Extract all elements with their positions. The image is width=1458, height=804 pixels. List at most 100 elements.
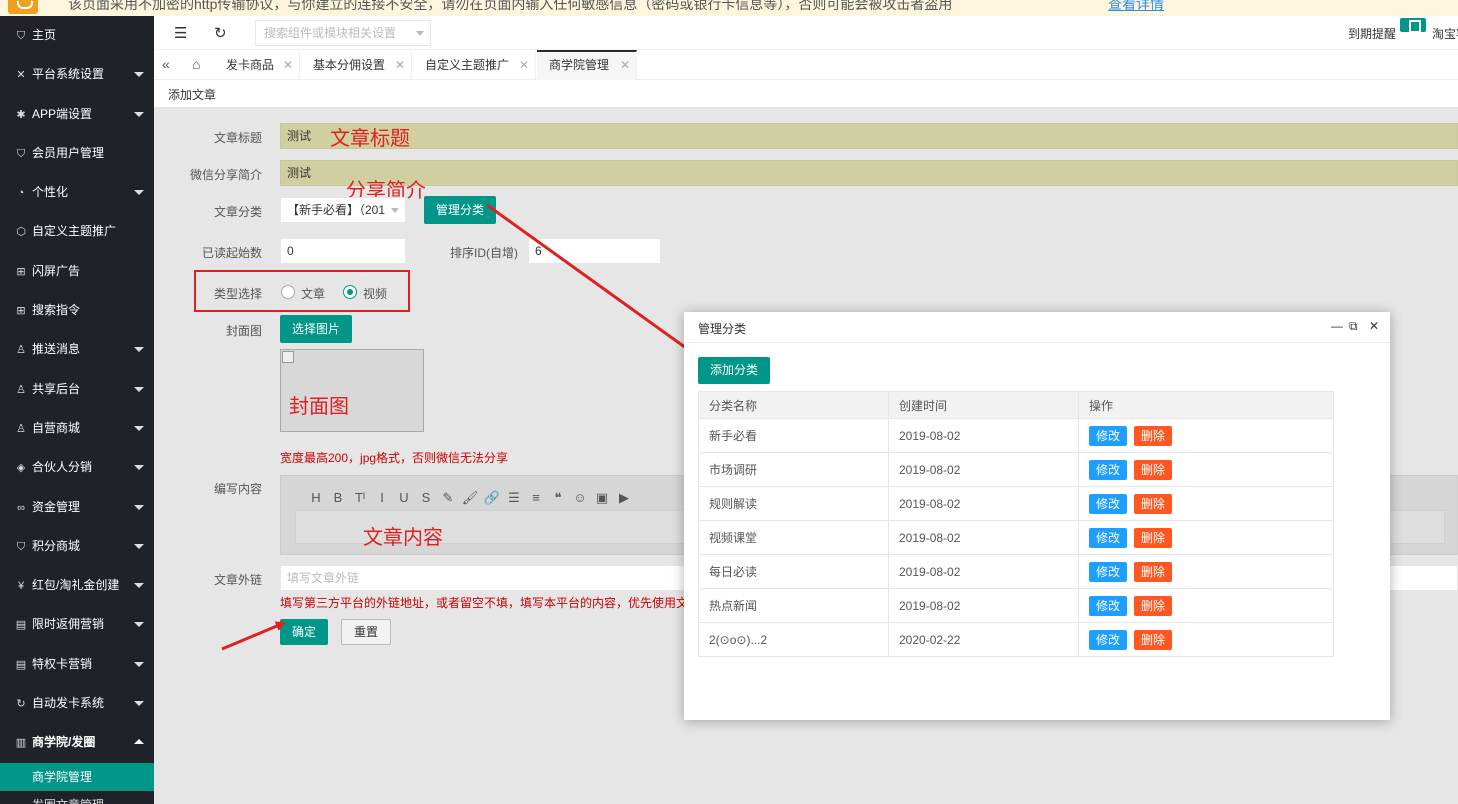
content-label: 编写内容	[214, 482, 263, 496]
sidebar-item[interactable]: ↻ 自动发卡系统	[0, 684, 154, 723]
tab-card-goods[interactable]: 发卡商品 ✕	[214, 50, 300, 80]
sidebar-item[interactable]: ▤ 特权卡营销	[0, 645, 154, 684]
sidebar-subitem[interactable]: 商学院管理	[0, 762, 154, 791]
editor-tool-icon[interactable]: ☰	[503, 490, 525, 506]
delete-button[interactable]: 删除	[1134, 425, 1173, 446]
sidebar-item[interactable]: ¥ 红包/淘礼金创建	[0, 566, 154, 605]
editor-tool-icon[interactable]: 🔗	[481, 490, 503, 506]
edit-button[interactable]: 修改	[1089, 493, 1128, 514]
editor-tool-icon[interactable]: S	[415, 490, 437, 505]
edit-button[interactable]: 修改	[1089, 629, 1128, 650]
editor-tool-icon[interactable]: 🖌	[459, 490, 481, 506]
user-icon: ♙	[16, 422, 26, 435]
delete-button[interactable]: 删除	[1134, 459, 1173, 480]
tab-label: 基本分佣设置	[313, 58, 386, 72]
minimize-icon[interactable]: —	[1331, 319, 1343, 333]
edit-button[interactable]: 修改	[1089, 527, 1128, 548]
edit-button[interactable]: 修改	[1089, 425, 1128, 446]
editor-tool-icon[interactable]: B	[327, 490, 349, 505]
sidebar-item[interactable]: ♙ 共享后台	[0, 370, 154, 409]
maximize-icon[interactable]: ⧉	[1349, 319, 1358, 334]
close-icon[interactable]: ✕	[395, 50, 405, 80]
refresh-icon[interactable]: ↻	[214, 24, 227, 42]
delete-button[interactable]: 删除	[1134, 493, 1173, 514]
title-input[interactable]: 测试	[280, 123, 1458, 149]
tab-commission-settings[interactable]: 基本分佣设置 ✕	[301, 50, 412, 80]
sidebar-item[interactable]: ⛉ 积分商城	[0, 527, 154, 566]
sidebar-item-label: 自定义主题推广	[32, 224, 117, 239]
row-actions: 修改 删除	[1078, 486, 1334, 521]
editor-tool-icon[interactable]: ✎	[437, 490, 459, 506]
expiry-reminder[interactable]: 到期提醒	[1348, 25, 1396, 42]
editor-tool-icon[interactable]: ≡	[525, 490, 547, 505]
tab-custom-theme[interactable]: 自定义主题推广 ✕	[413, 50, 536, 80]
add-category-button[interactable]: 添加分类	[698, 357, 771, 384]
radio-video[interactable]	[343, 285, 357, 299]
sidebar-item[interactable]: ✱ APP端设置	[0, 95, 154, 134]
delete-button[interactable]: 删除	[1134, 561, 1173, 582]
delete-button[interactable]: 删除	[1134, 595, 1173, 616]
close-icon[interactable]: ✕	[1369, 319, 1379, 333]
sidebar-item[interactable]: ♙ 推送消息	[0, 330, 154, 369]
chevron-down-icon	[134, 425, 144, 431]
edit-button[interactable]: 修改	[1089, 595, 1128, 616]
delete-button[interactable]: 删除	[1134, 527, 1173, 548]
shield-icon: ⛉	[16, 30, 26, 42]
sidebar-item[interactable]: ◈ 合伙人分销	[0, 448, 154, 487]
close-icon[interactable]: ✕	[519, 50, 529, 80]
sidebar-item[interactable]: ▤ 限时返佣营销	[0, 605, 154, 644]
sidebar-subitem[interactable]: 发圈文章管理	[0, 791, 154, 804]
editor-tool-icon[interactable]: ☺	[569, 490, 591, 505]
sidebar-item[interactable]: ⊞ 闪屏广告	[0, 252, 154, 291]
sidebar-item[interactable]: ✕ 平台系统设置	[0, 55, 154, 94]
shield-icon: ⛉	[16, 540, 26, 553]
editor-tool-icon[interactable]: ▣	[591, 490, 613, 506]
category-select[interactable]: 【新手必看】（201	[280, 197, 406, 223]
close-icon[interactable]: ✕	[283, 50, 293, 80]
notification-icon[interactable]	[1400, 18, 1426, 33]
sidebar-item-label: 个性化	[32, 185, 69, 200]
sidebar-item[interactable]: ∞ 资金管理	[0, 488, 154, 527]
menu-toggle-icon[interactable]: ☰	[174, 24, 187, 42]
category-name: 规则解读	[698, 486, 889, 521]
editor-tool-icon[interactable]: ❝	[547, 490, 569, 506]
sidebar-item[interactable]: ⛉ 会员用户管理	[0, 134, 154, 173]
share-input[interactable]: 测试	[280, 160, 1458, 186]
editor-tool-icon[interactable]: Tᴵ	[349, 490, 371, 505]
sidebar-item[interactable]: ⛉ 主页	[0, 16, 154, 55]
choose-image-button[interactable]: 选择图片	[280, 315, 353, 343]
view-details-link[interactable]: 查看详情	[1108, 0, 1164, 14]
shop-name[interactable]: 淘宝客	[1432, 25, 1458, 42]
created-date: 2019-08-02	[888, 520, 1079, 555]
reset-button[interactable]: 重置	[341, 619, 392, 645]
tab-business-school[interactable]: 商学院管理 ✕	[537, 50, 637, 80]
home-icon[interactable]: ⌂	[192, 56, 200, 72]
sidebar-item[interactable]: ▥ 商学院/发圈	[0, 723, 154, 762]
editor-tool-icon[interactable]: U	[393, 490, 415, 505]
sidebar-item[interactable]: ⊞ 搜索指令	[0, 291, 154, 330]
sidebar-item[interactable]: ⬡ 自定义主题推广	[0, 212, 154, 251]
sidebar-item[interactable]: ♙ 自营商城	[0, 409, 154, 448]
search-placeholder: 搜索组件或模块相关设置	[264, 26, 397, 40]
search-input[interactable]: 搜索组件或模块相关设置	[255, 20, 431, 46]
manage-category-button[interactable]: 管理分类	[424, 196, 497, 224]
wrench-icon: ✕	[16, 69, 26, 82]
delete-button[interactable]: 删除	[1134, 629, 1173, 650]
sort-id-input[interactable]: 6	[528, 238, 661, 264]
editor-tool-icon[interactable]: H	[305, 490, 327, 505]
editor-tool-icon[interactable]: ▶	[613, 490, 635, 506]
created-date: 2019-08-02	[888, 452, 1079, 487]
confirm-button[interactable]: 确定	[280, 619, 329, 645]
sidebar-item[interactable]: ◔ 个性化	[0, 173, 154, 212]
category-label: 文章分类	[214, 205, 263, 219]
close-icon[interactable]: ✕	[620, 52, 630, 78]
radio-article[interactable]	[281, 285, 295, 299]
tab-scroll-left-icon[interactable]: «	[162, 56, 170, 72]
sidebar-item-label: 积分商城	[32, 538, 81, 553]
read-count-input[interactable]: 0	[280, 238, 406, 264]
edit-button[interactable]: 修改	[1089, 561, 1128, 582]
edit-button[interactable]: 修改	[1089, 459, 1128, 480]
editor-tool-icon[interactable]: I	[371, 490, 393, 505]
dialog-title: 管理分类	[698, 322, 747, 336]
title-label: 文章标题	[214, 131, 263, 145]
